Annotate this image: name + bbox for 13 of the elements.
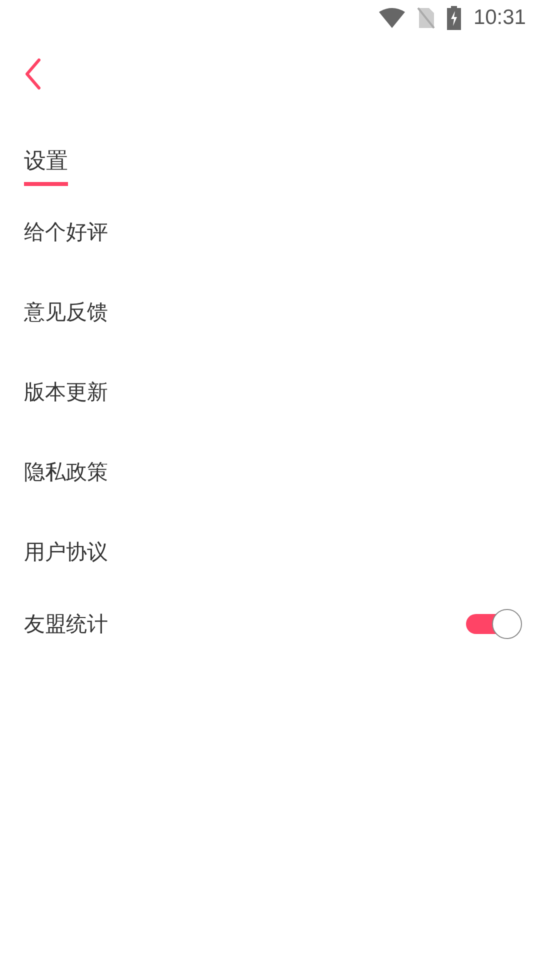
battery-charging-icon (447, 6, 462, 30)
settings-item[interactable]: 用户协议 (24, 538, 108, 566)
no-sim-icon (417, 7, 436, 29)
wifi-icon (379, 8, 406, 28)
toggle-switch[interactable] (466, 609, 522, 639)
page-title: 设置 (24, 148, 68, 186)
settings-item[interactable]: 隐私政策 (24, 458, 108, 486)
settings-item[interactable]: 版本更新 (24, 378, 108, 406)
settings-item[interactable]: 意见反馈 (24, 298, 108, 326)
back-icon[interactable] (24, 58, 42, 90)
settings-item[interactable]: 给个好评 (24, 218, 108, 246)
status-time: 10:31 (473, 6, 526, 30)
settings-item[interactable]: 友盟统计 (24, 610, 108, 638)
